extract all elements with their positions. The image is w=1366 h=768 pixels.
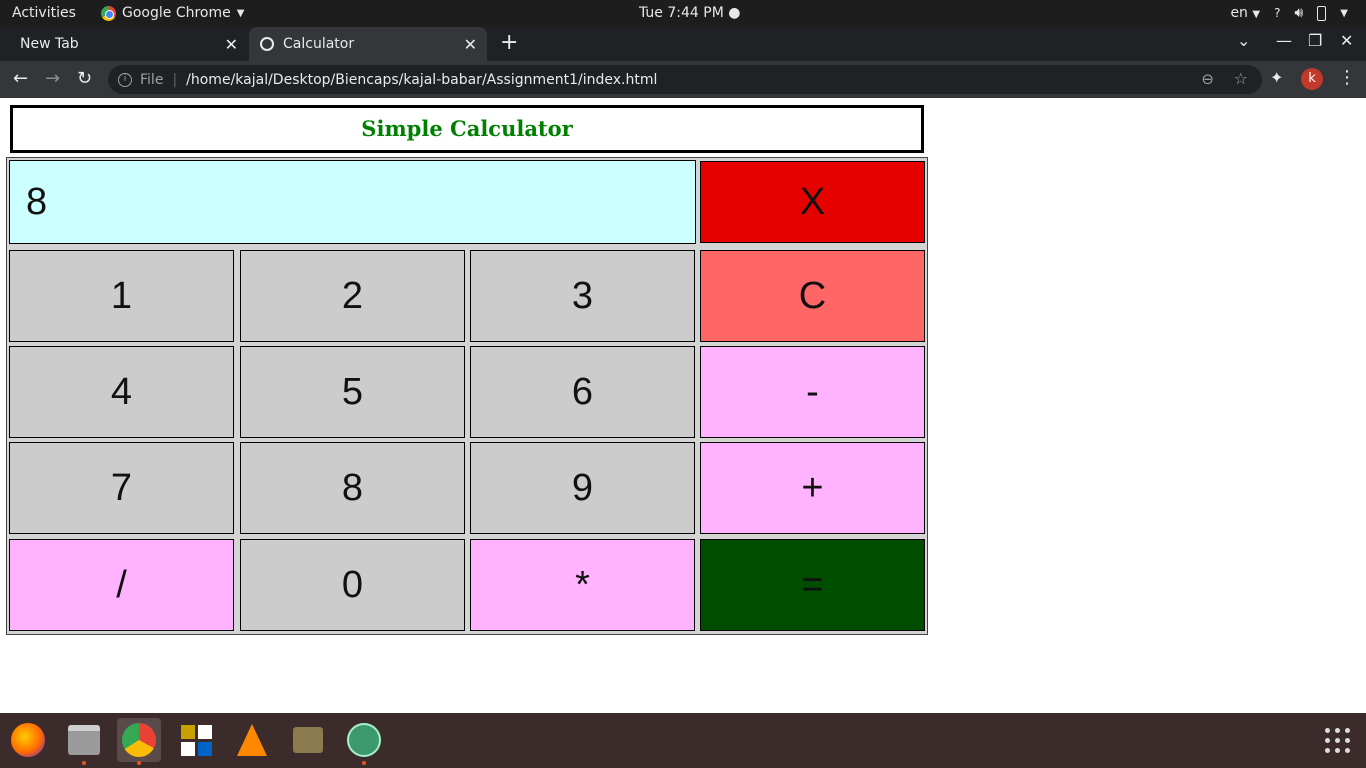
key-7-button[interactable]: 7 (9, 442, 234, 534)
vlc-icon (237, 724, 267, 756)
clock-text: Tue 7:44 PM (639, 5, 724, 21)
search-tool-icon (293, 727, 323, 753)
close-icon[interactable]: ✕ (225, 35, 238, 54)
running-indicator (82, 761, 86, 765)
running-indicator (137, 761, 141, 765)
vlc-launcher[interactable] (230, 718, 274, 762)
key-3-button[interactable]: 3 (470, 250, 695, 342)
taskbar (0, 713, 1366, 768)
minimize-icon[interactable]: — (1276, 31, 1292, 50)
plus-button[interactable]: + (700, 442, 925, 534)
key-9-button[interactable]: 9 (470, 442, 695, 534)
files-launcher[interactable] (62, 718, 106, 765)
reload-icon[interactable]: ↻ (77, 68, 92, 89)
running-indicator (362, 761, 366, 765)
address-bar[interactable]: i File | /home/kajal/Desktop/Biencaps/ka… (108, 65, 1262, 94)
chrome-icon (122, 723, 156, 757)
multiply-button[interactable]: * (470, 539, 695, 631)
system-top-bar: Activities Google Chrome ▼ Tue 7:44 PM ●… (0, 0, 1366, 27)
key-2-button[interactable]: 2 (240, 250, 465, 342)
atom-icon (347, 723, 381, 757)
files-icon (68, 725, 100, 755)
equals-button[interactable]: = (700, 539, 925, 631)
system-tray[interactable]: en ▼ ? 🔊︎ ▼ (1230, 5, 1348, 21)
window-close-icon[interactable]: ✕ (1340, 31, 1353, 50)
calculator-grid: 8 X 1 2 3 C 4 5 6 - 7 8 9 + / 0 * = (6, 157, 928, 635)
activities-button[interactable]: Activities (12, 5, 76, 21)
key-0-button[interactable]: 0 (240, 539, 465, 631)
battery-icon[interactable] (1317, 5, 1327, 21)
notification-dot-icon: ● (728, 5, 741, 21)
app-name: Google Chrome (122, 5, 231, 21)
firefox-launcher[interactable] (6, 718, 50, 762)
browser-toolbar: ← → ↻ i File | /home/kajal/Desktop/Bienc… (0, 61, 1366, 98)
office-launcher[interactable] (174, 718, 218, 762)
help-icon[interactable]: ? (1274, 6, 1280, 20)
page-content: Simple Calculator 8 X 1 2 3 C 4 5 6 - 7 … (0, 98, 1366, 713)
firefox-icon (11, 723, 45, 757)
minus-button[interactable]: - (700, 346, 925, 438)
tab-calculator[interactable]: Calculator ✕ (249, 27, 487, 61)
clear-button[interactable]: C (700, 250, 925, 342)
profile-avatar[interactable]: k (1301, 68, 1323, 90)
key-1-button[interactable]: 1 (9, 250, 234, 342)
search-tool-launcher[interactable] (286, 718, 330, 762)
tab-new-tab[interactable]: New Tab ✕ (0, 27, 248, 61)
key-8-button[interactable]: 8 (240, 442, 465, 534)
tab-strip: New Tab ✕ Calculator ✕ + ⌄ — ❐ ✕ (0, 27, 1366, 61)
clear-all-button[interactable]: X (700, 161, 925, 243)
tab-label: Calculator (283, 36, 355, 52)
display-field[interactable]: 8 (9, 160, 696, 244)
globe-icon (260, 37, 274, 51)
language-indicator[interactable]: en ▼ (1230, 5, 1260, 21)
language-text: en (1230, 5, 1248, 21)
chrome-launcher[interactable] (117, 718, 161, 765)
office-icon (180, 724, 212, 756)
zoom-icon[interactable]: ⊖ (1201, 70, 1214, 88)
divider: | (172, 71, 178, 88)
restore-icon[interactable]: ❐ (1308, 31, 1322, 50)
scheme-label: File (140, 71, 164, 88)
key-6-button[interactable]: 6 (470, 346, 695, 438)
clock[interactable]: Tue 7:44 PM ● (639, 5, 740, 21)
calculator-title: Simple Calculator (10, 105, 924, 153)
info-icon[interactable]: i (118, 72, 132, 87)
atom-launcher[interactable] (342, 718, 386, 765)
key-4-button[interactable]: 4 (9, 346, 234, 438)
volume-icon[interactable]: 🔊︎ (1294, 5, 1303, 21)
back-arrow-icon[interactable]: ← (13, 68, 28, 89)
divide-button[interactable]: / (9, 539, 234, 631)
bookmark-star-icon[interactable]: ☆ (1234, 69, 1248, 88)
new-tab-button[interactable]: + (500, 30, 518, 55)
chevron-down-icon: ▼ (236, 7, 245, 19)
chrome-icon (101, 5, 116, 21)
chevron-down-icon: ▼ (1252, 9, 1261, 20)
tab-search-icon[interactable]: ⌄ (1237, 31, 1250, 50)
close-icon[interactable]: ✕ (464, 35, 477, 54)
app-menu[interactable]: Google Chrome ▼ (101, 5, 244, 21)
system-menu-chevron-icon[interactable]: ▼ (1340, 8, 1348, 19)
key-5-button[interactable]: 5 (240, 346, 465, 438)
forward-arrow-icon[interactable]: → (45, 68, 60, 89)
more-menu-icon[interactable]: ⋮ (1338, 67, 1356, 88)
url-text[interactable]: /home/kajal/Desktop/Biencaps/kajal-babar… (186, 72, 657, 88)
show-applications-icon[interactable] (1325, 728, 1351, 754)
tab-label: New Tab (20, 36, 79, 52)
extensions-puzzle-icon[interactable]: ✦ (1270, 68, 1283, 87)
